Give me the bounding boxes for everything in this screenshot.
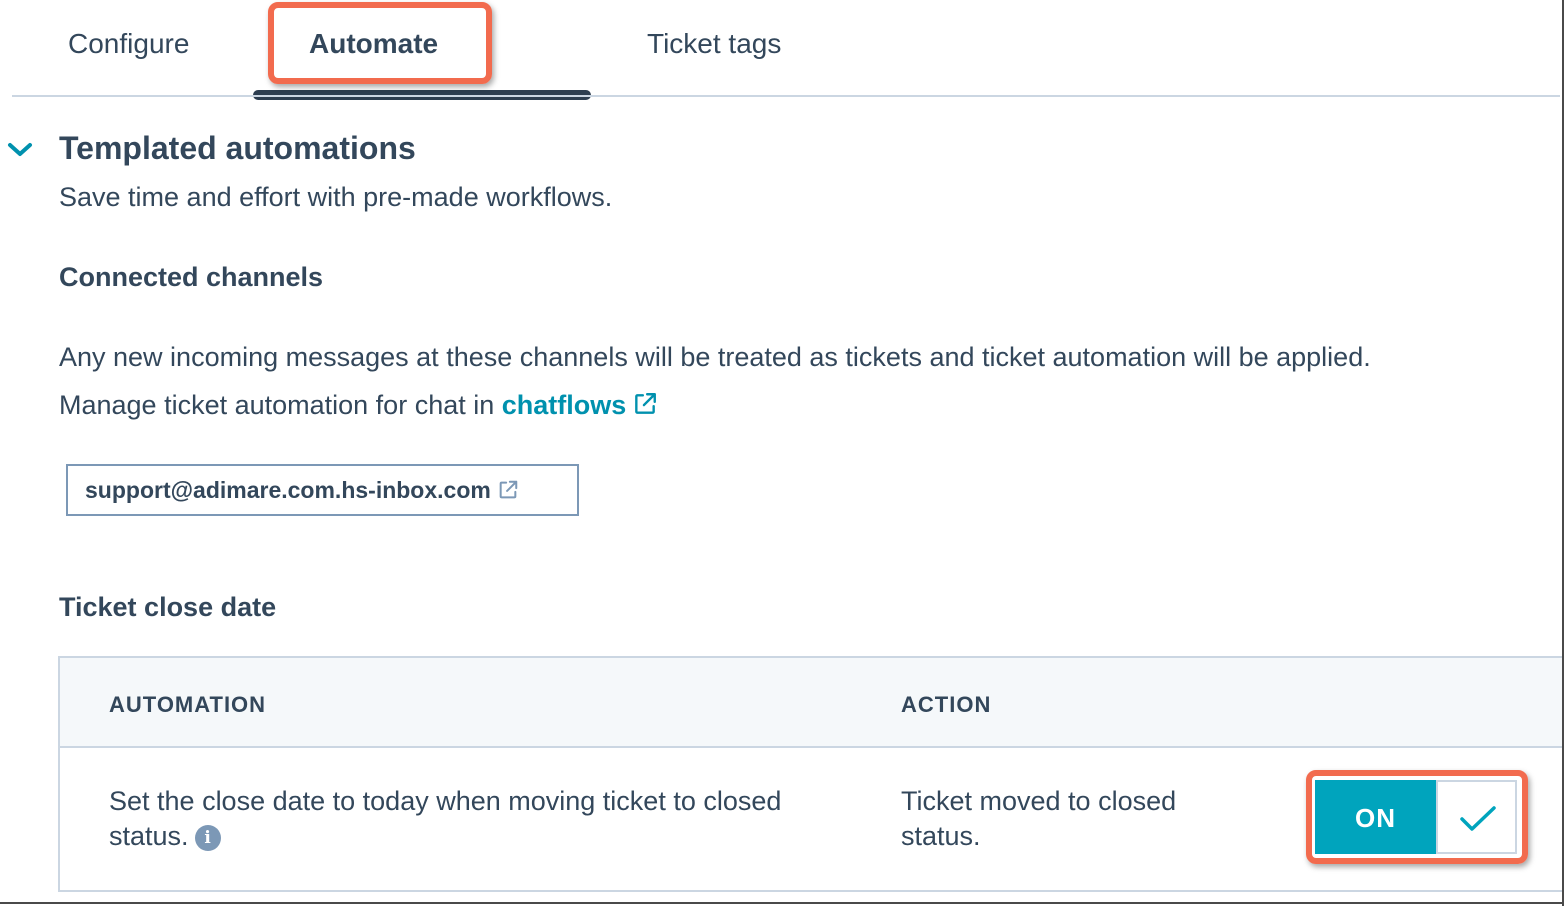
tab-ticket-tags[interactable]: Ticket tags (647, 28, 781, 60)
column-header-automation: AUTOMATION (109, 692, 267, 717)
connected-channels-description: Any new incoming messages at these chann… (59, 342, 1371, 372)
external-link-icon[interactable] (632, 391, 658, 424)
toggle-on-label: ON (1315, 780, 1436, 854)
chatflows-link[interactable]: chatflows (502, 390, 627, 420)
section-title: Templated automations (59, 130, 416, 166)
column-header-action: ACTION (901, 692, 992, 717)
manage-automation-line: Manage ticket automation for chat in cha… (59, 390, 658, 424)
tab-automate[interactable]: Automate (309, 28, 438, 60)
checkmark-icon (1460, 806, 1496, 831)
screenshot-frame-right (1562, 0, 1564, 906)
screenshot-frame-bottom (0, 902, 1564, 904)
connected-channels-heading: Connected channels (59, 262, 324, 292)
toggle-knob (1436, 780, 1517, 854)
info-icon[interactable]: i (194, 825, 221, 851)
automation-table: AUTOMATION ACTION Set the close date to … (58, 656, 1562, 892)
chevron-down-icon[interactable] (6, 140, 34, 160)
manage-automation-text: Manage ticket automation for chat in (59, 390, 502, 420)
table-header: AUTOMATION ACTION (60, 658, 1562, 748)
tab-configure[interactable]: Configure (68, 28, 189, 60)
ticket-close-date-heading: Ticket close date (59, 592, 277, 622)
section-subtitle: Save time and effort with pre-made workf… (59, 182, 613, 212)
automation-toggle[interactable]: ON (1315, 780, 1517, 854)
automation-cell: Set the close date to today when moving … (109, 784, 809, 854)
tab-divider (12, 95, 1560, 97)
channel-chip[interactable]: support@adimare.com.hs-inbox.com (66, 464, 579, 516)
channel-address: support@adimare.com.hs-inbox.com (85, 477, 491, 503)
action-cell: Ticket moved to closed status. (901, 786, 1177, 851)
external-link-icon[interactable] (497, 479, 519, 507)
